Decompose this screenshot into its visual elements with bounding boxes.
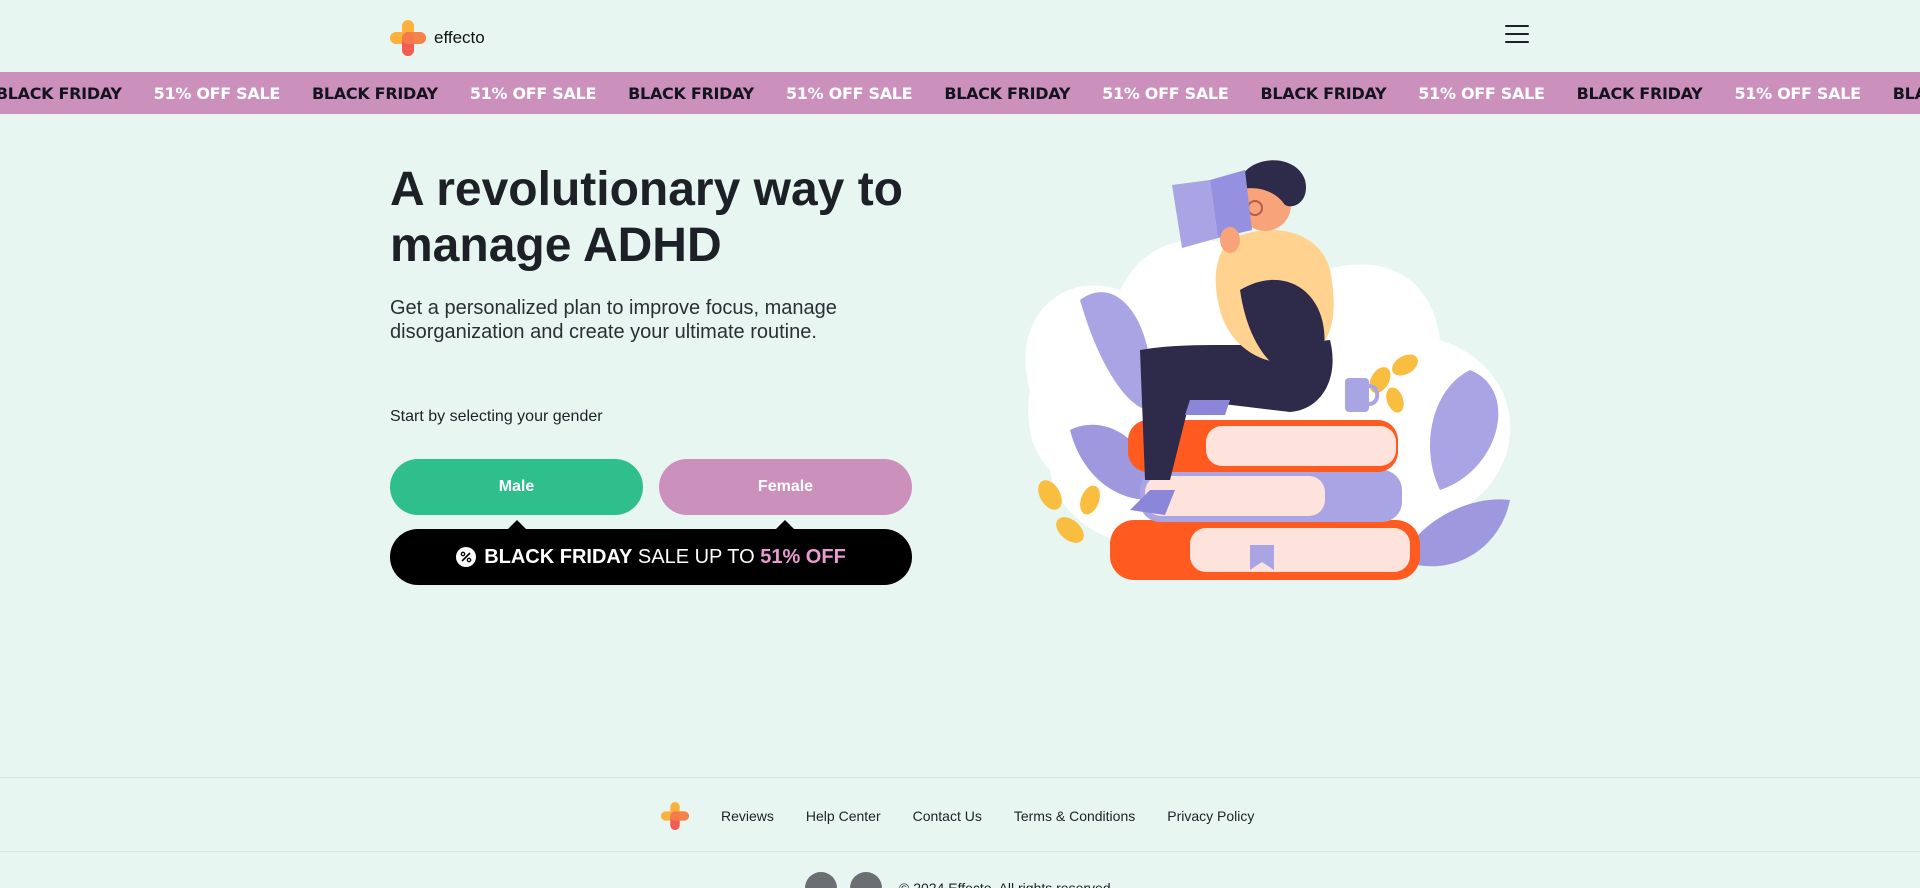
promo-text: BLACK FRIDAY SALE UP TO 51% OFF: [484, 546, 846, 569]
hero-subtitle: Get a personalized plan to improve focus…: [390, 297, 837, 343]
ticker-item: BLACK FRIDAY: [1892, 83, 1920, 103]
ticker-item: BLACK FRIDAY: [312, 83, 438, 103]
sale-ticker: SALEBLACK FRIDAY51% OFF SALEBLACK FRIDAY…: [0, 72, 1920, 114]
female-button[interactable]: Female: [659, 459, 912, 515]
ticker-item: BLACK FRIDAY: [0, 83, 122, 103]
footer-bottom: © 2024 Effecto. All rights reserved.: [0, 852, 1920, 888]
footer-link-terms[interactable]: Terms & Conditions: [1014, 808, 1135, 824]
footer-nav-bar: Reviews Help Center Contact Us Terms & C…: [0, 777, 1920, 852]
footer-nav: Reviews Help Center Contact Us Terms & C…: [661, 802, 1286, 830]
footer-link-privacy[interactable]: Privacy Policy: [1167, 808, 1254, 824]
promo-bold-text: BLACK FRIDAY: [484, 545, 633, 568]
header: effecto: [0, 0, 1920, 72]
footer-link-reviews[interactable]: Reviews: [721, 808, 774, 824]
male-button[interactable]: Male: [390, 459, 643, 515]
footer-logo-icon[interactable]: [661, 802, 689, 830]
logo-text: effecto: [434, 28, 485, 47]
promo-pointer: [508, 520, 526, 529]
hamburger-menu-icon[interactable]: [1504, 24, 1530, 44]
gender-prompt: Start by selecting your gender: [390, 408, 603, 425]
ticker-item: 51% OFF SALE: [1418, 83, 1545, 103]
footer-link-help-center[interactable]: Help Center: [806, 808, 881, 824]
ticker-item: 51% OFF SALE: [1102, 83, 1229, 103]
effecto-logo-icon: [390, 20, 426, 56]
instagram-icon[interactable]: [850, 872, 882, 888]
promo-pointer: [776, 520, 794, 529]
logo[interactable]: effecto: [390, 20, 485, 56]
page-title: A revolutionary way to manage ADHD: [390, 163, 903, 272]
ticker-item: 51% OFF SALE: [785, 83, 913, 103]
ticker-item: BLACK FRIDAY: [1260, 83, 1387, 103]
ticker-item: 51% OFF SALE: [153, 83, 281, 103]
black-friday-promo-banner[interactable]: BLACK FRIDAY SALE UP TO 51% OFF: [390, 520, 912, 585]
copyright-text: © 2024 Effecto. All rights reserved.: [899, 880, 1115, 888]
ticker-item: BLACK FRIDAY: [628, 83, 754, 103]
facebook-icon[interactable]: [805, 872, 837, 888]
promo-discount-text: 51% OFF: [760, 545, 846, 568]
ticker-track: SALEBLACK FRIDAY51% OFF SALEBLACK FRIDAY…: [0, 72, 1920, 114]
reading-person-illustration: [1025, 160, 1511, 580]
ticker-item: 51% OFF SALE: [1734, 83, 1861, 103]
promo-middle-text: SALE UP TO: [632, 545, 761, 568]
footer-link-contact-us[interactable]: Contact Us: [913, 808, 982, 824]
ticker-item: 51% OFF SALE: [469, 83, 597, 103]
ticker-item: BLACK FRIDAY: [944, 83, 1071, 103]
ticker-item: BLACK FRIDAY: [1576, 83, 1703, 103]
percent-icon: [456, 547, 477, 567]
